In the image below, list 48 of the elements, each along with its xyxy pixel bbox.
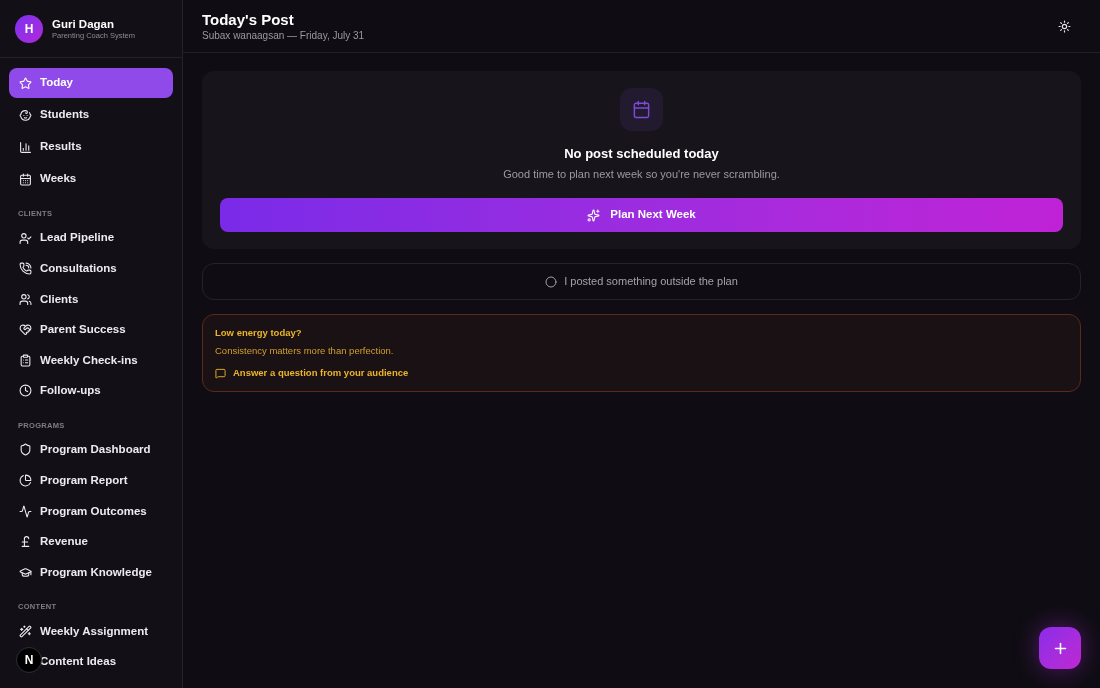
nav-item[interactable]: Follow-ups (9, 375, 173, 406)
graduation-cap-icon (19, 565, 32, 579)
empty-state-message: Good time to plan next week so you're never scrambling. (503, 167, 780, 181)
star-icon (19, 76, 32, 90)
nav-item[interactable]: Consultations (9, 253, 173, 284)
calendar-icon (19, 172, 32, 186)
nav-item[interactable]: Program Report (9, 465, 173, 496)
clipboard-icon (19, 353, 32, 367)
page-title: Today's Post (202, 10, 295, 29)
nav-item[interactable]: Weekly Assignment (9, 616, 173, 647)
avatar: H (15, 14, 43, 43)
pie-chart-icon (19, 474, 32, 488)
sparkles-icon (587, 208, 601, 222)
add-button[interactable] (1039, 627, 1081, 669)
tip-title: Low energy today? (215, 327, 303, 339)
nav-item[interactable]: Program Knowledge (9, 557, 173, 588)
outside-plan-toggle[interactable]: I posted something outside the plan (202, 263, 1081, 300)
bar-chart-icon (19, 140, 32, 154)
empty-state-title: No post scheduled today (564, 146, 719, 162)
nav-item[interactable]: Today (9, 68, 173, 98)
clock-icon (19, 384, 32, 398)
nav-item[interactable]: Weekly Check-ins (9, 345, 173, 376)
nav-item[interactable]: Lead Pipeline (9, 223, 173, 253)
nav-item[interactable]: Students (9, 100, 173, 130)
tip-message: Consistency matters more than perfection. (215, 345, 395, 357)
nav-item[interactable]: Results (9, 132, 173, 162)
user-check-icon (19, 231, 32, 245)
heart-handshake-icon (19, 323, 32, 337)
pulse-line-icon (19, 504, 32, 518)
chat-icon (215, 367, 226, 379)
calendar-icon (620, 88, 663, 131)
magic-wand-icon (19, 624, 32, 638)
pound-icon (19, 535, 32, 549)
nav-item[interactable]: Program Dashboard (9, 434, 173, 465)
nav-item[interactable]: Clients (9, 284, 173, 315)
nav-item[interactable]: Revenue (9, 526, 173, 557)
tip-link[interactable]: Answer a question from your audience (215, 367, 1068, 379)
phone-icon (19, 262, 32, 276)
users-icon (19, 292, 32, 306)
nav-item[interactable]: Weeks (9, 164, 173, 194)
nav-item[interactable]: Program Outcomes (9, 496, 173, 527)
face-icon (19, 108, 32, 122)
nav-item[interactable]: Parent Success (9, 314, 173, 345)
sun-icon (1057, 19, 1071, 33)
user-name: Guri Dagan (52, 16, 115, 31)
plan-next-week-button[interactable]: Plan Next Week (220, 198, 1063, 232)
shield-icon (19, 443, 32, 457)
page-subtitle: Subax wanaagsan — Friday, July 31 (202, 29, 365, 42)
